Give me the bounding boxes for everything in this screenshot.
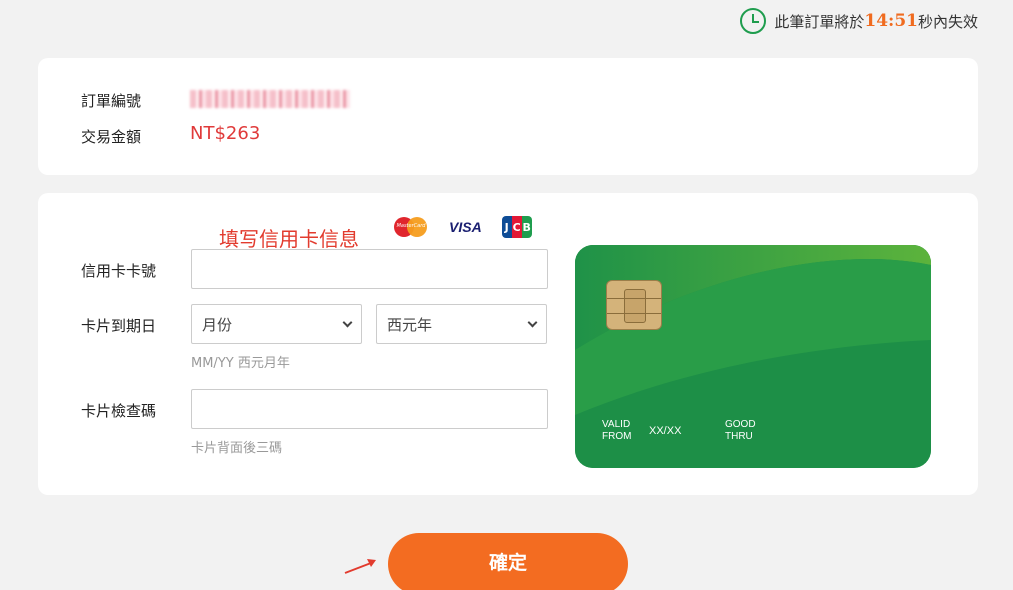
expiry-month-select[interactable]: 月份 xyxy=(191,304,362,344)
card-valid-from: VALID FROM xyxy=(602,419,632,442)
timer-suffix: 秒內失效 xyxy=(917,12,978,31)
annotation-arrow-icon xyxy=(344,559,376,574)
card-expiry-placeholder: XX/XX xyxy=(649,425,682,437)
cvv-hint: 卡片背面後三碼 xyxy=(191,441,283,456)
amount-label: 交易金額 xyxy=(81,128,142,146)
card-brands: MasterCard VISA JCB xyxy=(393,215,532,239)
expiry-timer: 此筆訂單將於 14:51 秒內失效 xyxy=(740,8,978,34)
cvv-input[interactable] xyxy=(191,389,548,429)
confirm-button[interactable]: 確定 xyxy=(388,533,628,590)
visa-icon: VISA xyxy=(449,219,482,235)
card-good-thru: GOOD THRU xyxy=(725,419,756,442)
expiry-month-value: 月份 xyxy=(202,315,233,334)
chevron-down-icon xyxy=(342,317,353,327)
clock-icon xyxy=(740,8,767,34)
expiry-year-value: 西元年 xyxy=(387,315,433,334)
chevron-down-icon xyxy=(527,317,538,327)
expiry-label: 卡片到期日 xyxy=(81,317,157,335)
amount-value: NT$263 xyxy=(190,123,261,144)
annotation-fill-card-info: 填写信用卡信息 xyxy=(219,227,359,251)
timer-prefix: 此筆訂單將於 xyxy=(774,12,865,31)
card-number-label: 信用卡卡號 xyxy=(81,262,157,280)
credit-card-illustration: VALID FROM XX/XX GOOD THRU xyxy=(575,245,931,468)
cvv-label: 卡片檢查碼 xyxy=(81,402,157,420)
payment-form-card: 填写信用卡信息 MasterCard VISA JCB 信用卡卡號 卡片到期日 … xyxy=(38,193,978,495)
redacted-order-number xyxy=(190,89,350,108)
expiry-year-select[interactable]: 西元年 xyxy=(376,304,547,344)
order-number-value xyxy=(190,88,350,108)
card-number-input[interactable] xyxy=(191,249,548,289)
mastercard-icon: MasterCard xyxy=(393,215,429,239)
timer-countdown: 14:51 xyxy=(864,11,918,31)
order-number-label: 訂單編號 xyxy=(81,92,142,110)
jcb-icon: JCB xyxy=(501,216,532,238)
chip-icon xyxy=(606,280,662,330)
expiry-hint: MM/YY 西元月年 xyxy=(191,356,290,371)
order-info-card: 訂單編號 交易金額 NT$263 xyxy=(38,58,978,175)
